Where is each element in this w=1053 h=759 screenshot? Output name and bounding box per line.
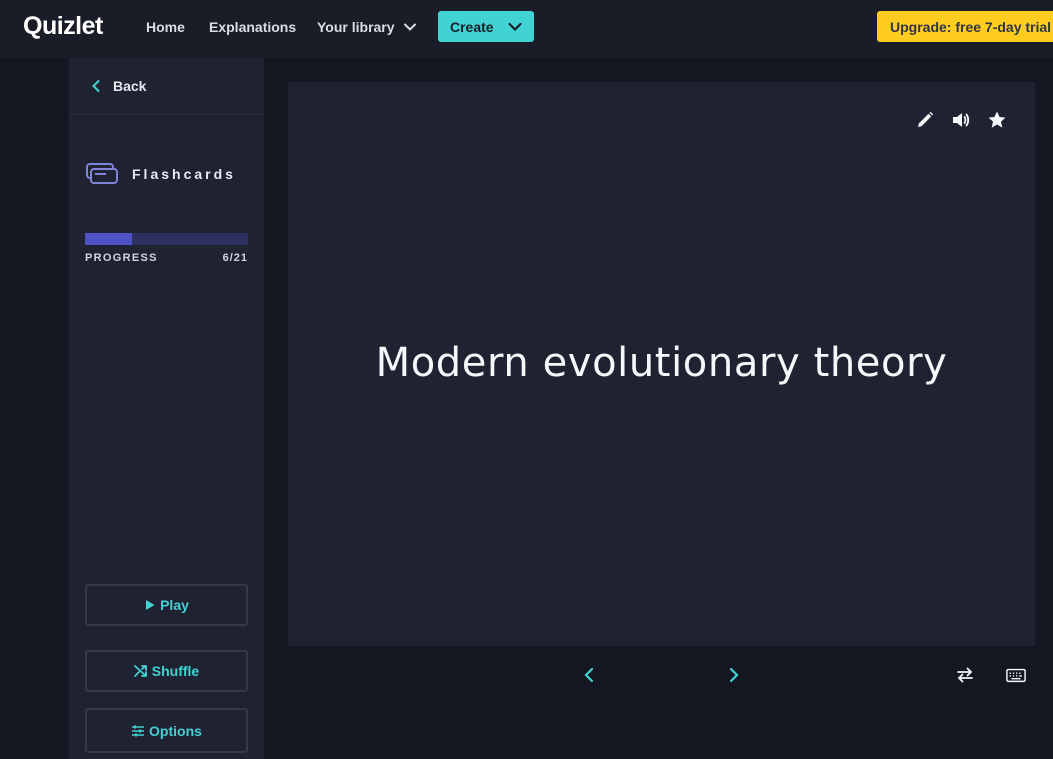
progress-count: 6/21 bbox=[222, 252, 248, 264]
chevron-left-icon bbox=[92, 80, 100, 92]
options-button[interactable]: Options bbox=[85, 708, 248, 753]
nav-explanations-link[interactable]: Explanations bbox=[209, 19, 296, 35]
chevron-down-icon bbox=[507, 22, 522, 31]
play-button[interactable]: Play bbox=[85, 584, 248, 626]
upgrade-label: Upgrade: free 7-day trial bbox=[890, 18, 1052, 35]
create-button[interactable]: Create bbox=[438, 11, 534, 42]
keyboard-icon[interactable] bbox=[1006, 665, 1026, 685]
star-icon[interactable] bbox=[987, 110, 1007, 130]
study-sidebar: Back Flashcards PROGRESS 6/21 Play Shuff… bbox=[69, 58, 264, 759]
top-navigation-bar: Quizlet Home Explanations Your library C… bbox=[0, 0, 1053, 58]
play-icon bbox=[146, 600, 155, 610]
nav-explanations-label: Explanations bbox=[209, 19, 297, 35]
card-term-text: Modern evolutionary theory bbox=[375, 340, 948, 386]
chevron-right-icon[interactable] bbox=[724, 665, 744, 685]
play-label: Play bbox=[160, 597, 189, 613]
chevron-left-icon[interactable] bbox=[579, 665, 599, 685]
speaker-icon[interactable] bbox=[951, 110, 971, 130]
shuffle-icon bbox=[133, 665, 147, 677]
quizlet-logo[interactable]: Quizlet bbox=[23, 12, 103, 41]
nav-home-link[interactable]: Home bbox=[146, 19, 185, 35]
options-label: Options bbox=[149, 722, 202, 739]
study-mode-selector[interactable]: Flashcards bbox=[86, 162, 236, 186]
back-label: Back bbox=[113, 78, 147, 94]
pencil-icon[interactable] bbox=[915, 110, 935, 130]
flashcards-icon bbox=[86, 163, 118, 184]
upgrade-button[interactable]: Upgrade: free 7-day trial bbox=[877, 11, 1053, 42]
progress-bar bbox=[85, 233, 248, 245]
back-button[interactable]: Back bbox=[69, 58, 264, 115]
create-label: Create bbox=[450, 18, 494, 35]
shuffle-label: Shuffle bbox=[151, 663, 200, 679]
study-mode-label: Flashcards bbox=[132, 166, 236, 182]
progress-bar-fill bbox=[85, 233, 132, 245]
sliders-icon bbox=[132, 725, 145, 736]
nav-home-label: Home bbox=[146, 19, 185, 35]
nav-your-library-dropdown[interactable]: Your library bbox=[317, 19, 417, 35]
nav-your-library-label: Your library bbox=[317, 19, 395, 35]
shuffle-button[interactable]: Shuffle bbox=[85, 650, 248, 692]
chevron-down-icon bbox=[403, 23, 416, 31]
swap-arrows-icon[interactable] bbox=[955, 665, 975, 685]
flashcard[interactable]: Modern evolutionary theory bbox=[288, 82, 1035, 646]
progress-label: PROGRESS bbox=[85, 252, 158, 264]
